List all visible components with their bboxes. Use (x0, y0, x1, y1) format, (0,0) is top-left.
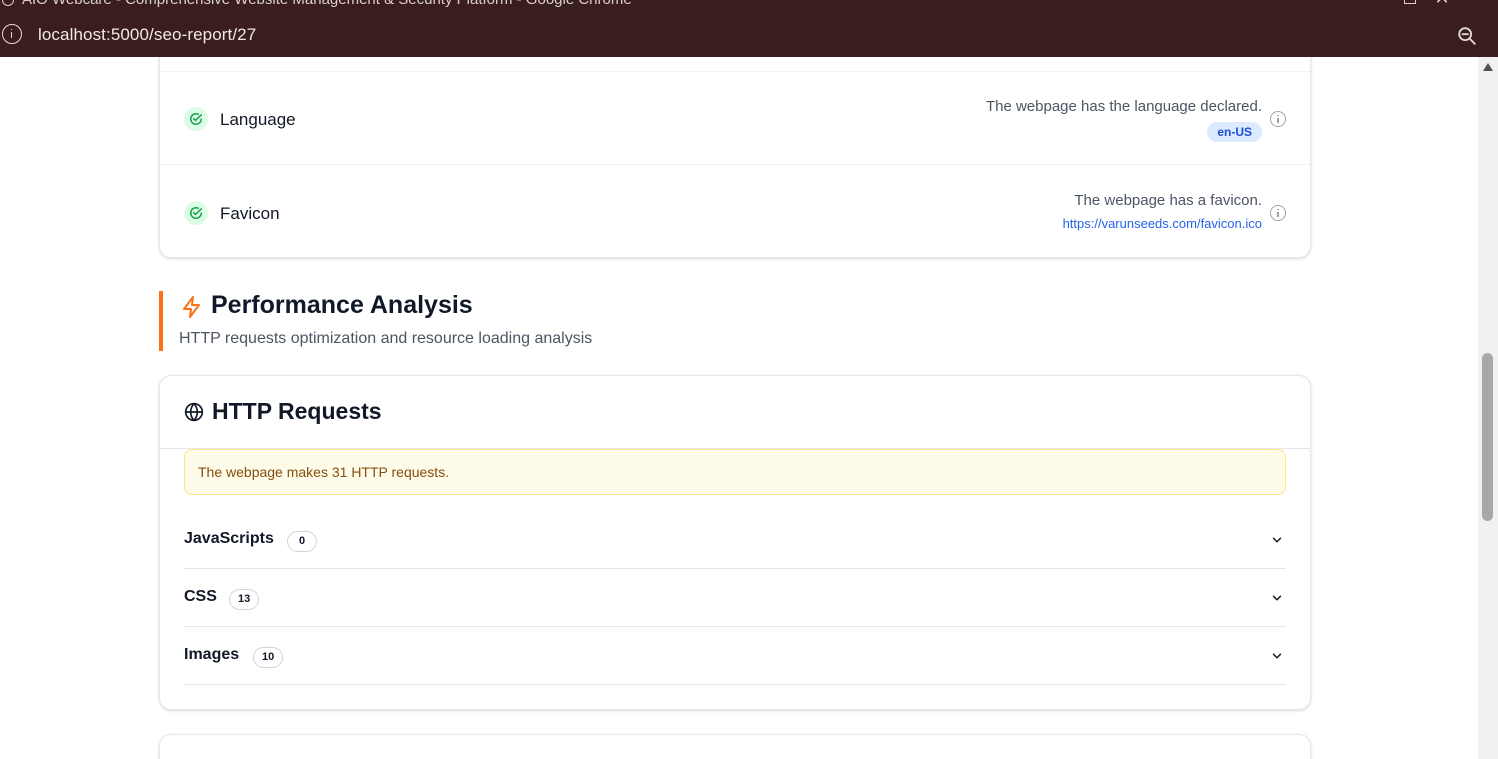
lightning-icon (183, 296, 200, 318)
info-icon[interactable] (1270, 111, 1286, 127)
chevron-down-icon[interactable] (1270, 649, 1284, 663)
scroll-up-arrow[interactable] (1483, 63, 1493, 71)
http-card-header: HTTP Requests (160, 376, 1310, 449)
count-badge: 10 (253, 647, 284, 668)
window-title: AIO Webcare - Comprehensive Website Mana… (22, 0, 632, 8)
check-circle-icon (184, 201, 208, 225)
app-icon (2, 0, 14, 6)
accordion-css[interactable]: CSS 13 (184, 569, 1286, 627)
restore-window-button[interactable] (1404, 0, 1416, 4)
http-card-title: HTTP Requests (212, 398, 382, 424)
accordion-label: Images (184, 646, 240, 663)
scrollbar-thumb[interactable] (1482, 353, 1493, 521)
info-icon[interactable] (1270, 205, 1286, 221)
chevron-down-icon[interactable] (1270, 591, 1284, 605)
chevron-down-icon[interactable] (1270, 533, 1284, 547)
check-description: The webpage has a favicon. (1074, 192, 1262, 209)
accordion-label: CSS (184, 588, 217, 605)
check-label: Language (220, 110, 296, 129)
accordion-label: JavaScripts (184, 530, 274, 547)
accordion-javascripts[interactable]: JavaScripts 0 (184, 511, 1286, 569)
count-badge: 0 (287, 531, 317, 552)
site-info-icon[interactable] (2, 24, 22, 44)
browser-titlebar: AIO Webcare - Comprehensive Website Mana… (0, 0, 1498, 14)
section-subtitle: HTTP requests optimization and resource … (179, 330, 593, 347)
accordion-images[interactable]: Images 10 (184, 627, 1286, 685)
notice-text: The webpage makes 31 HTTP requests. (198, 464, 450, 480)
http-requests-card: HTTP Requests The webpage makes 31 HTTP … (159, 375, 1311, 710)
next-card (159, 734, 1311, 759)
performance-section-header: Performance Analysis HTTP requests optim… (159, 291, 592, 351)
count-badge: 13 (229, 589, 260, 610)
page-content: Language The webpage has the language de… (0, 57, 1478, 759)
checks-card: Language The webpage has the language de… (159, 57, 1311, 258)
address-bar: localhost:5000/seo-report/27 (0, 14, 1498, 57)
http-notice: The webpage makes 31 HTTP requests. (184, 449, 1286, 495)
check-label: Favicon (220, 204, 280, 223)
page-scrollbar[interactable] (1478, 57, 1498, 759)
section-title: Performance Analysis (211, 291, 473, 319)
check-circle-icon (184, 107, 208, 131)
check-description: The webpage has the language declared. (985, 98, 1262, 115)
check-row-language: Language The webpage has the language de… (160, 71, 1310, 165)
globe-icon (184, 402, 204, 422)
language-badge: en-US (1207, 122, 1262, 142)
url-field[interactable]: localhost:5000/seo-report/27 (38, 25, 256, 45)
check-row-favicon: Favicon The webpage has a favicon. https… (160, 166, 1310, 260)
close-window-button[interactable]: ✕ (1432, 0, 1452, 8)
favicon-link[interactable]: https://varunseeds.com/favicon.ico (1063, 216, 1262, 231)
zoom-icon[interactable] (1456, 25, 1478, 47)
